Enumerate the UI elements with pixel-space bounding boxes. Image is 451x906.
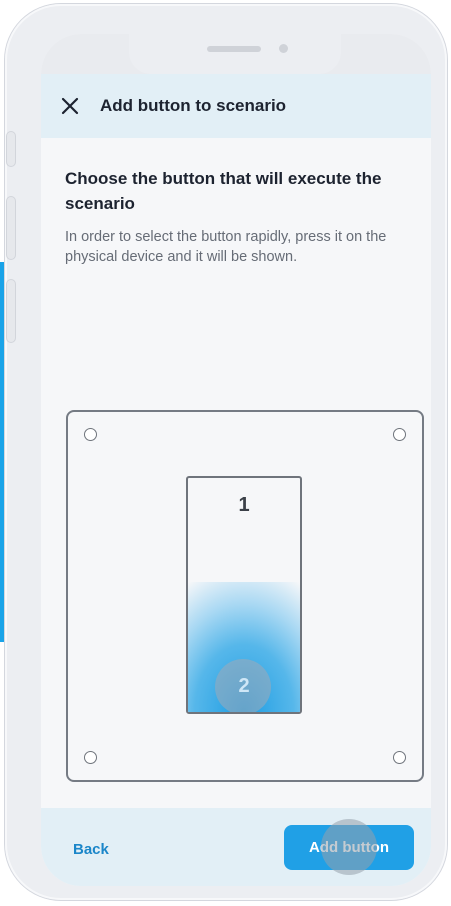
page-title: Add button to scenario (100, 96, 287, 115)
screw-bottom-right (393, 751, 406, 764)
notch (129, 34, 341, 74)
device-button-2-label: 2 (238, 675, 250, 697)
device-button-1[interactable]: 1 (188, 478, 300, 582)
phone-mute-switch (7, 132, 15, 166)
phone-frame: Add button to scenario Choose the button… (5, 4, 447, 900)
device-illustration: 1 2 (66, 410, 424, 782)
phone-screen: Add button to scenario Choose the button… (41, 34, 431, 886)
status-area (41, 34, 431, 74)
device-button-1-label: 1 (238, 494, 250, 516)
screw-top-right (393, 428, 406, 441)
switch-panel: 1 2 (186, 476, 302, 714)
back-button[interactable]: Back (73, 841, 109, 858)
section-heading: Choose the button that will execute the … (65, 169, 382, 213)
camera (279, 44, 288, 53)
phone-volume-down (7, 280, 15, 342)
close-icon[interactable] (60, 96, 80, 116)
screw-top-left (84, 428, 97, 441)
touch-indicator-add (321, 819, 377, 875)
phone-volume-up (7, 197, 15, 259)
section-description: In order to select the button rapidly, p… (65, 229, 387, 265)
app-header: Add button to scenario (41, 74, 431, 138)
speaker (207, 46, 261, 52)
device-button-2[interactable]: 2 (188, 582, 300, 712)
screw-bottom-left (84, 751, 97, 764)
